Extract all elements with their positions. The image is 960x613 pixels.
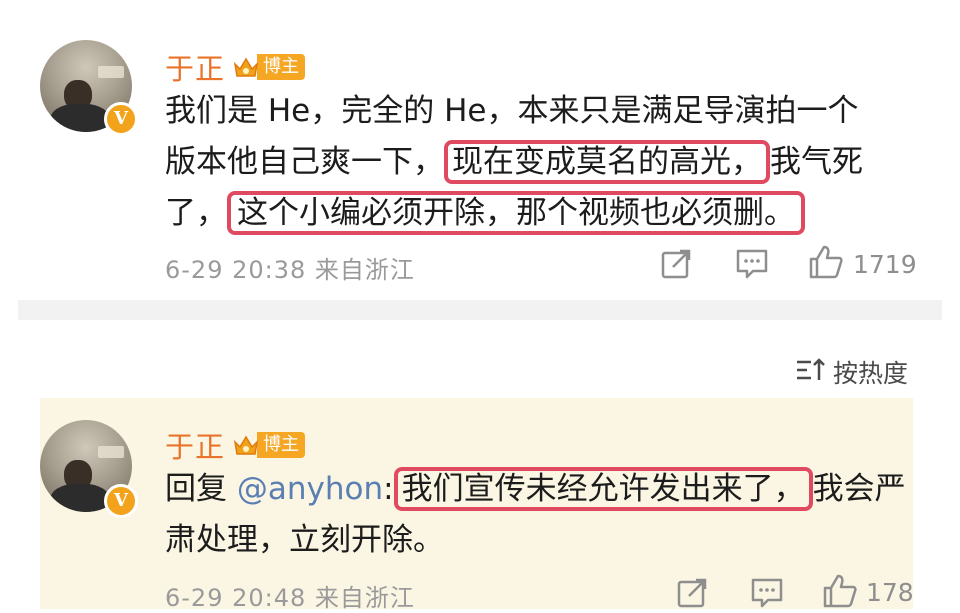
like-count: 1719 xyxy=(853,250,917,279)
avatar-body xyxy=(50,104,110,132)
comment-icon[interactable] xyxy=(735,248,769,280)
mention-link[interactable]: @anyhon xyxy=(237,471,383,507)
comment-text-plain: 我会严 xyxy=(812,471,906,507)
author-header: 于正 博主 xyxy=(165,46,306,88)
comment-icon[interactable] xyxy=(750,577,784,609)
highlight-box: 现在变成莫名的高光， xyxy=(444,140,770,184)
like-count: 178 xyxy=(866,578,914,607)
sort-label: 按热度 xyxy=(833,359,909,388)
crown-icon xyxy=(233,56,259,78)
highlight-box: 这个小编必须开除，那个视频也必须删。 xyxy=(227,191,805,235)
verified-icon: V xyxy=(104,484,138,518)
reply-line-2-text: 肃处理，立刻开除。 xyxy=(165,522,444,558)
avatar-background xyxy=(98,66,124,78)
reply-line-1: 回复 @anyhon: 我们宣传未经允许发出来了， 我会严 xyxy=(165,464,925,515)
author-header: 于正 博主 xyxy=(165,424,306,466)
blogger-badge: 博主 xyxy=(257,432,306,458)
reply-colon: : xyxy=(383,471,394,507)
highlight-box: 我们宣传未经允许发出来了， xyxy=(393,467,813,511)
author-name[interactable]: 于正 xyxy=(165,424,225,466)
avatar-body xyxy=(50,484,110,512)
like-icon[interactable] xyxy=(808,244,844,280)
reply-prefix: 回复 xyxy=(165,471,237,507)
comment-timestamp: 6-29 20:48 来自浙江 xyxy=(165,584,415,612)
verified-icon: V xyxy=(104,102,138,136)
blogger-badge: 博主 xyxy=(257,54,306,80)
author-name[interactable]: 于正 xyxy=(165,46,225,88)
comment-line-2: 版本他自己爽一下， 现在变成莫名的高光， 我气死 xyxy=(165,137,925,188)
sort-control[interactable]: 按热度 xyxy=(795,354,908,390)
comment-text-plain: 了， xyxy=(165,195,227,231)
crown-icon xyxy=(233,434,259,456)
reply-text: 回复 @anyhon: 我们宣传未经允许发出来了， 我会严 xyxy=(165,464,925,515)
comment-timestamp: 6-29 20:38 来自浙江 xyxy=(165,256,415,284)
comment-text-plain: 我气死 xyxy=(770,144,863,180)
sort-icon xyxy=(795,357,825,387)
section-divider xyxy=(18,300,942,320)
comment-text: 我们是 He，完全的 He，本来只是满足导演拍一个 版本他自己爽一下， 现在变成莫… xyxy=(165,86,925,239)
share-icon[interactable] xyxy=(660,248,692,280)
avatar-background xyxy=(98,446,124,458)
comment-line-3: 了， 这个小编必须开除，那个视频也必须删。 xyxy=(165,188,925,239)
share-icon[interactable] xyxy=(676,577,708,609)
comment-text-plain: 版本他自己爽一下， xyxy=(165,144,444,180)
like-icon[interactable] xyxy=(822,573,858,609)
comment-line-1: 我们是 He，完全的 He，本来只是满足导演拍一个 xyxy=(165,93,859,129)
